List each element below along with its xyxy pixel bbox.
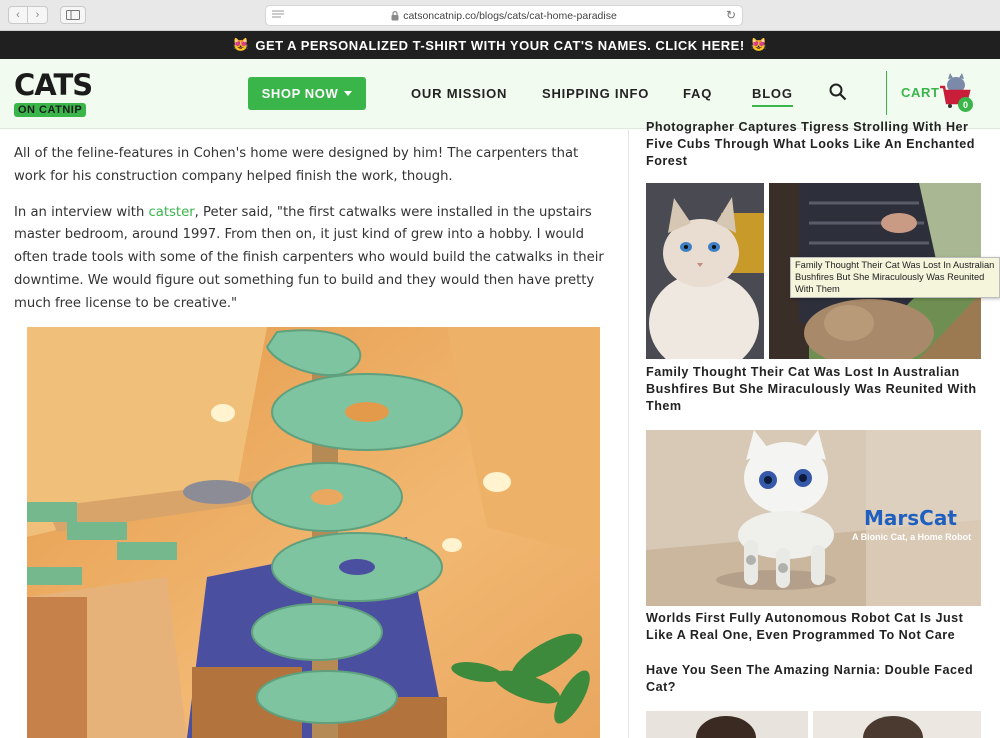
back-icon: ‹	[16, 9, 20, 21]
article-image-catwalk	[27, 327, 600, 738]
promo-text: GET A PERSONALIZED T-SHIRT WITH YOUR CAT…	[255, 37, 745, 53]
sidebar-image-marscat[interactable]: MarsCat A Bionic Cat, a Home Robot	[646, 430, 981, 606]
reader-icon[interactable]	[272, 10, 284, 20]
lock-icon	[391, 10, 399, 20]
cart-divider	[886, 71, 887, 115]
nav-faq[interactable]: FAQ	[683, 86, 712, 101]
cat-heart-eyes-icon: 😻	[750, 37, 768, 52]
forward-icon: ›	[35, 9, 40, 21]
sidebar-article-title[interactable]: Photographer Captures Tigress Strolling …	[646, 117, 981, 169]
sidebar-toggle-button[interactable]	[60, 6, 86, 24]
marscat-brand: MarsCat	[864, 506, 957, 530]
sidebar-image-narnia-left[interactable]	[646, 711, 808, 738]
logo-wordmark: CATS	[14, 68, 93, 102]
sidebar-image-white-cat[interactable]	[646, 183, 764, 359]
marscat-tagline: A Bionic Cat, a Home Robot	[852, 532, 972, 542]
cart-count-badge: 0	[958, 97, 973, 112]
nav-our-mission[interactable]: OUR MISSION	[411, 86, 507, 101]
article-paragraph: In an interview with catster, Peter said…	[14, 202, 614, 316]
browser-nav-buttons: ‹ ›	[8, 6, 48, 24]
cat-heart-eyes-icon: 😻	[232, 37, 250, 52]
sidebar-image-narnia-right[interactable]	[813, 711, 981, 738]
catster-link[interactable]: catster	[149, 205, 195, 220]
column-divider	[628, 130, 629, 738]
logo-subtitle: ON CATNIP	[14, 103, 87, 117]
address-bar[interactable]: catsoncatnip.co/blogs/cats/cat-home-para…	[265, 5, 743, 26]
reload-icon[interactable]: ↻	[726, 8, 736, 22]
caret-down-icon	[344, 91, 353, 96]
browser-toolbar: ‹ › catsoncatnip.co/blogs/cats/cat-home-…	[0, 0, 1000, 31]
cart-link[interactable]: CART	[901, 85, 940, 100]
paragraph-text: In an interview with	[14, 204, 149, 220]
nav-blog[interactable]: BLOG	[752, 86, 793, 107]
promo-banner[interactable]: 😻 GET A PERSONALIZED T-SHIRT WITH YOUR C…	[0, 31, 1000, 59]
sidebar-article-title[interactable]: Have You Seen The Amazing Narnia: Double…	[646, 662, 981, 696]
site-logo[interactable]: CATS ON CATNIP	[14, 71, 114, 117]
image-tooltip: Family Thought Their Cat Was Lost In Aus…	[790, 257, 1000, 299]
shop-now-label: SHOP NOW	[261, 86, 339, 101]
sidebar-article-title-text: Photographer Captures Tigress Strolling …	[646, 120, 975, 168]
sidebar-icon	[66, 10, 80, 20]
article-body: All of the feline-features in Cohen's ho…	[14, 130, 614, 316]
forward-button[interactable]: ›	[28, 6, 48, 24]
back-button[interactable]: ‹	[8, 6, 28, 24]
nav-shipping-info[interactable]: SHIPPING INFO	[542, 86, 649, 101]
sidebar-article-title[interactable]: Worlds First Fully Autonomous Robot Cat …	[646, 610, 981, 644]
search-icon[interactable]	[829, 83, 847, 101]
article-paragraph: All of the feline-features in Cohen's ho…	[14, 146, 579, 184]
paragraph-text: , Peter said, "the first catwalks were i…	[14, 204, 604, 311]
url-text: catsoncatnip.co/blogs/cats/cat-home-para…	[403, 9, 617, 22]
sidebar-article-title[interactable]: Family Thought Their Cat Was Lost In Aus…	[646, 364, 981, 415]
shop-now-button[interactable]: SHOP NOW	[248, 77, 366, 110]
